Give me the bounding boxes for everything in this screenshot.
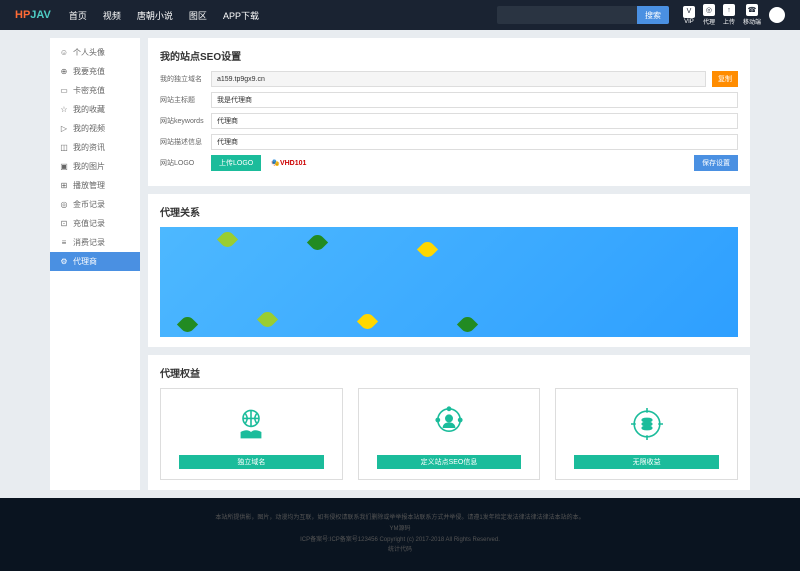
sidebar-item-videos[interactable]: ▷我的视频	[50, 119, 140, 138]
nav-novel[interactable]: 唐朝小说	[131, 9, 179, 22]
sidebar-item-news[interactable]: ◫我的资讯	[50, 138, 140, 157]
sidebar-item-spend-log[interactable]: ≡消费记录	[50, 233, 140, 252]
sidebar-item-recharge-log[interactable]: ⊡充值记录	[50, 214, 140, 233]
keywords-input[interactable]	[211, 113, 738, 129]
top-bar: HPJAV 首页 视频 唐朝小说 图区 APP下载 搜索 VVIP ◎代理 ↑上…	[0, 0, 800, 30]
logo[interactable]: HPJAV	[15, 9, 51, 21]
footer-stats: 统计代码	[15, 545, 785, 556]
nav-video[interactable]: 视频	[97, 9, 127, 22]
image-icon: ▣	[60, 163, 68, 171]
sidebar-item-agent[interactable]: ⚙代理商	[50, 252, 140, 271]
network-user-icon	[424, 399, 474, 449]
upload-icon[interactable]: ↑上传	[723, 4, 735, 26]
news-icon: ◫	[60, 144, 68, 152]
logo-label: 网站LOGO	[160, 158, 205, 168]
plus-icon: ⊕	[60, 68, 68, 76]
upload-logo-button[interactable]: 上传LOGO	[211, 155, 261, 171]
sidebar: ☺个人头像 ⊕我要充值 ▭卡密充值 ☆我的收藏 ▷我的视频 ◫我的资讯 ▣我的图…	[50, 38, 140, 490]
desc-input[interactable]	[211, 134, 738, 150]
gear-icon: ⚙	[60, 258, 68, 266]
globe-hand-icon	[226, 399, 276, 449]
relation-title: 代理关系	[160, 204, 738, 219]
avatar[interactable]	[769, 7, 785, 23]
footer-copyright: ICP备案号:ICP备案号123456 Copyright (c) 2017-2…	[15, 535, 785, 546]
log-icon: ⊡	[60, 220, 68, 228]
save-button[interactable]: 保存设置	[694, 155, 738, 171]
benefits-title: 代理权益	[160, 365, 738, 380]
top-icons: VVIP ◎代理 ↑上传 ☎移动端	[683, 4, 785, 26]
footer-brand: YM源码	[15, 524, 785, 535]
keywords-label: 网站keywords	[160, 116, 205, 126]
benefit-income-button[interactable]: 无限收益	[574, 455, 719, 469]
relation-panel: 代理关系	[148, 194, 750, 347]
copy-button[interactable]: 复制	[712, 71, 738, 87]
footer: 本站所提供影，图片，动漫均为互联，如有侵权请联系我们删除或举举报本站联系方式并举…	[0, 498, 800, 571]
star-icon: ☆	[60, 106, 68, 114]
nav-home[interactable]: 首页	[63, 9, 93, 22]
nav-image[interactable]: 图区	[183, 9, 213, 22]
sidebar-item-favorites[interactable]: ☆我的收藏	[50, 100, 140, 119]
sidebar-item-coins[interactable]: ◎金币记录	[50, 195, 140, 214]
benefit-domain-button[interactable]: 独立域名	[179, 455, 324, 469]
grid-icon: ⊞	[60, 182, 68, 190]
search-button[interactable]: 搜索	[637, 6, 669, 24]
benefit-seo: 定义站点SEO信息	[358, 388, 541, 480]
title-input[interactable]	[211, 92, 738, 108]
agent-icon[interactable]: ◎代理	[703, 4, 715, 26]
target-coins-icon	[622, 399, 672, 449]
footer-disclaimer: 本站所提供影，图片，动漫均为互联，如有侵权请联系我们删除或举举报本站联系方式并举…	[15, 513, 785, 524]
sidebar-item-profile[interactable]: ☺个人头像	[50, 43, 140, 62]
domain-label: 我的独立域名	[160, 74, 205, 84]
search-wrap: 搜索	[497, 6, 669, 24]
sidebar-item-card[interactable]: ▭卡密充值	[50, 81, 140, 100]
nav-app[interactable]: APP下载	[217, 9, 265, 22]
benefit-domain: 独立域名	[160, 388, 343, 480]
coin-icon: ◎	[60, 201, 68, 209]
domain-input	[211, 71, 706, 87]
sidebar-item-images[interactable]: ▣我的图片	[50, 157, 140, 176]
sidebar-item-playmgmt[interactable]: ⊞播放管理	[50, 176, 140, 195]
logo-preview: 🎭 VHD101	[271, 155, 306, 171]
sidebar-item-recharge[interactable]: ⊕我要充值	[50, 62, 140, 81]
play-icon: ▷	[60, 125, 68, 133]
seo-panel-title: 我的站点SEO设置	[160, 48, 738, 63]
seo-panel: 我的站点SEO设置 我的独立域名 复制 网站主标题 网站keywords 网站描…	[148, 38, 750, 186]
title-label: 网站主标题	[160, 95, 205, 105]
benefit-income: 无限收益	[555, 388, 738, 480]
user-icon: ☺	[60, 49, 68, 57]
benefit-seo-button[interactable]: 定义站点SEO信息	[377, 455, 522, 469]
vip-icon[interactable]: VVIP	[683, 6, 695, 25]
list-icon: ≡	[60, 239, 68, 247]
benefits-panel: 代理权益 独立域名 定义站点SEO信息	[148, 355, 750, 490]
search-input[interactable]	[497, 6, 637, 24]
relation-banner	[160, 227, 738, 337]
mobile-icon[interactable]: ☎移动端	[743, 4, 761, 26]
card-icon: ▭	[60, 87, 68, 95]
desc-label: 网站描述信息	[160, 137, 205, 147]
